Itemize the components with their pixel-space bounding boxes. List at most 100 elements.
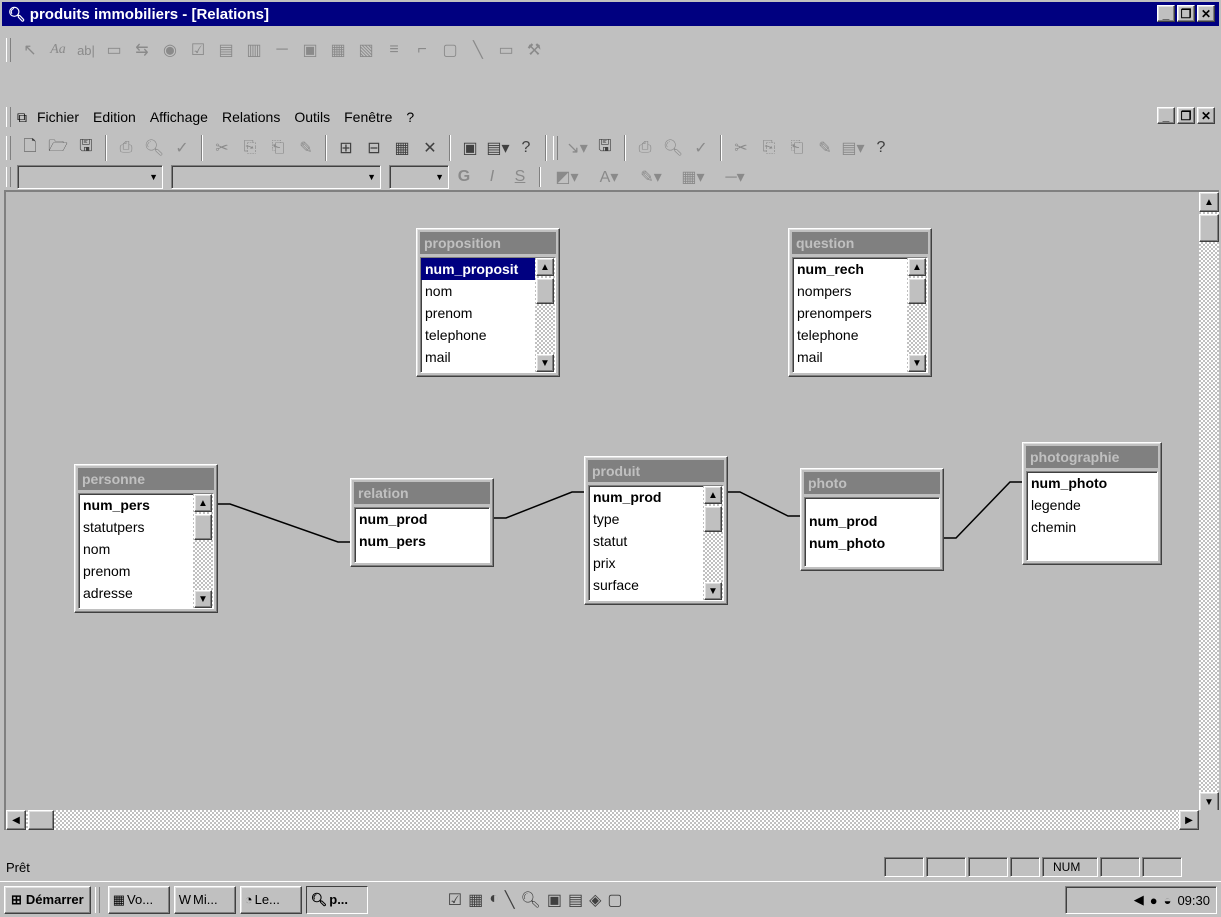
vertical-scroll-thumb[interactable] (1199, 214, 1219, 242)
checkbox-icon[interactable]: ☑ (185, 36, 211, 64)
show-direct-icon[interactable]: ⊟ (361, 134, 387, 162)
new-icon[interactable]: 🗋︎ (17, 134, 43, 162)
table-relation[interactable]: relation num_prod num_pers (350, 478, 494, 567)
scroll-up-icon[interactable]: ▲ (194, 494, 212, 512)
border-icon[interactable]: ▦▾ (673, 167, 713, 187)
list-icon[interactable]: ▥ (241, 36, 267, 64)
quicklaunch-icon[interactable]: 🔍︎ (521, 890, 541, 910)
font-combo[interactable]: ▼ (171, 165, 381, 189)
doc-restore-button[interactable]: ❐ (1177, 107, 1195, 124)
cut-icon[interactable]: ✂ (209, 134, 235, 162)
scroll-up-icon[interactable]: ▲ (908, 258, 926, 276)
copy-icon[interactable]: ⎘ (237, 134, 263, 162)
page-break-icon[interactable]: ≡ (381, 36, 407, 64)
spell-icon[interactable]: ✓ (169, 134, 195, 162)
taskbar-button-active[interactable]: 🔍︎ p... (305, 885, 368, 914)
window-title-bar[interactable]: 🔍︎ produits immobiliers - [Relations] _ … (2, 2, 1219, 26)
tray-icon[interactable]: ● (1150, 893, 1158, 908)
underline-icon[interactable]: S (507, 167, 533, 187)
join-relation-produit[interactable] (494, 491, 584, 519)
table-title[interactable]: photo (804, 472, 940, 494)
field-scrollbar[interactable]: ▲ ▼ (907, 258, 927, 372)
italic-icon[interactable]: I (479, 167, 505, 187)
subform-icon[interactable]: ▢ (437, 36, 463, 64)
horizontal-scroll-thumb[interactable] (28, 810, 54, 830)
show-all-icon[interactable]: ▦ (389, 134, 415, 162)
field-item[interactable]: num_pers (355, 530, 489, 552)
scroll-up-icon[interactable]: ▲ (536, 258, 554, 276)
spell2-icon[interactable]: ✓ (688, 134, 714, 162)
table-personne[interactable]: personne num_pers statutpers nom prenom … (74, 464, 218, 613)
table-title[interactable]: produit (588, 460, 724, 482)
line-icon[interactable]: ╲ (465, 36, 491, 64)
button-icon[interactable]: ─ (269, 36, 295, 64)
scroll-thumb[interactable] (908, 278, 926, 304)
line-width-icon[interactable]: ─▾ (715, 167, 755, 187)
help2-icon[interactable]: ? (868, 134, 894, 162)
quicklaunch-icon[interactable]: ▤ (568, 890, 583, 910)
field-list[interactable]: num_prod num_pers (354, 507, 490, 563)
field-list[interactable]: num_rech nompers prenompers telephone ma… (792, 257, 928, 373)
join-personne-relation[interactable] (218, 503, 350, 543)
field-list[interactable]: num_pers statutpers nom prenom adresse ▲… (78, 493, 214, 609)
table-proposition[interactable]: proposition num_proposit nom prenom tele… (416, 228, 560, 377)
quicklaunch-icon[interactable]: ☑ (448, 890, 462, 910)
preview-icon[interactable]: 🔍︎ (141, 134, 167, 162)
doc-close-button[interactable]: ✕ (1197, 107, 1215, 124)
minimize-button[interactable]: _ (1157, 5, 1175, 22)
new-object2-icon[interactable]: ▤▾ (840, 134, 866, 162)
taskbar-button[interactable]: ▦ Vo... (107, 885, 170, 914)
textbox-icon[interactable]: ab| (73, 36, 99, 64)
taskbar-button[interactable]: ◔ Le... (239, 885, 302, 914)
quicklaunch-icon[interactable]: ╲ (505, 890, 515, 910)
menu-outils[interactable]: Outils (288, 107, 336, 127)
menu-edition[interactable]: Edition (87, 107, 142, 127)
save-icon[interactable]: 🖫︎ (73, 134, 99, 162)
bound-object-icon[interactable]: ▧ (353, 36, 379, 64)
open-icon[interactable]: 🗁︎ (45, 134, 71, 162)
field-list[interactable]: num_prod type statut prix surface ▲ ▼ (588, 485, 724, 601)
table-title[interactable]: personne (78, 468, 214, 490)
toolbar-grip[interactable] (6, 167, 11, 187)
help-icon[interactable]: ? (513, 134, 539, 162)
print-icon[interactable]: ⎙ (113, 134, 139, 162)
scroll-left-icon[interactable]: ◀ (6, 810, 26, 830)
field-list[interactable]: num_prod num_photo (804, 497, 940, 567)
font-color-icon[interactable]: A▾ (589, 167, 629, 187)
menu-fenetre[interactable]: Fenêtre (338, 107, 398, 127)
line-color-icon[interactable]: ✎▾ (631, 167, 671, 187)
more-controls-icon[interactable]: ⚒ (521, 36, 547, 64)
pointer-icon[interactable]: ↖ (17, 36, 43, 64)
table-photographie[interactable]: photographie num_photo legende chemin (1022, 442, 1162, 565)
paste2-icon[interactable]: ⎗ (784, 134, 810, 162)
quicklaunch-icon[interactable]: ▣ (547, 890, 562, 910)
tray-icon[interactable]: ◒ (1164, 893, 1172, 908)
maximize-button[interactable]: ❐ (1177, 5, 1195, 22)
copy2-icon[interactable]: ⎘ (756, 134, 782, 162)
field-item[interactable]: num_prod (355, 508, 489, 530)
field-item[interactable]: chemin (1027, 516, 1157, 538)
label-icon[interactable]: Aa (45, 36, 71, 64)
table-question[interactable]: question num_rech nompers prenompers tel… (788, 228, 932, 377)
paste-icon[interactable]: ⎗ (265, 134, 291, 162)
field-item[interactable]: legende (1027, 494, 1157, 516)
field-list[interactable]: num_photo legende chemin (1026, 471, 1158, 561)
field-item[interactable]: num_prod (805, 510, 939, 532)
scroll-right-icon[interactable]: ▶ (1179, 810, 1199, 830)
table-produit[interactable]: produit num_prod type statut prix surfac… (584, 456, 728, 605)
quicklaunch-icon[interactable]: ◐ (489, 890, 499, 910)
tab-icon[interactable]: ⌐ (409, 36, 435, 64)
taskbar-button[interactable]: W Mi... (173, 885, 236, 914)
print2-icon[interactable]: ⎙ (632, 134, 658, 162)
preview2-icon[interactable]: 🔍︎ (660, 134, 686, 162)
join-photo-photographie[interactable] (944, 481, 1022, 539)
frame-icon[interactable]: ▭ (101, 36, 127, 64)
object-icon[interactable]: ▦ (325, 36, 351, 64)
scroll-thumb[interactable] (194, 514, 212, 540)
field-scrollbar[interactable]: ▲ ▼ (703, 486, 723, 600)
image-icon[interactable]: ▣ (297, 36, 323, 64)
menu-fichier[interactable]: Fichier (31, 107, 85, 127)
field-scrollbar[interactable]: ▲ ▼ (535, 258, 555, 372)
doc-minimize-button[interactable]: _ (1157, 107, 1175, 124)
table-title[interactable]: question (792, 232, 928, 254)
